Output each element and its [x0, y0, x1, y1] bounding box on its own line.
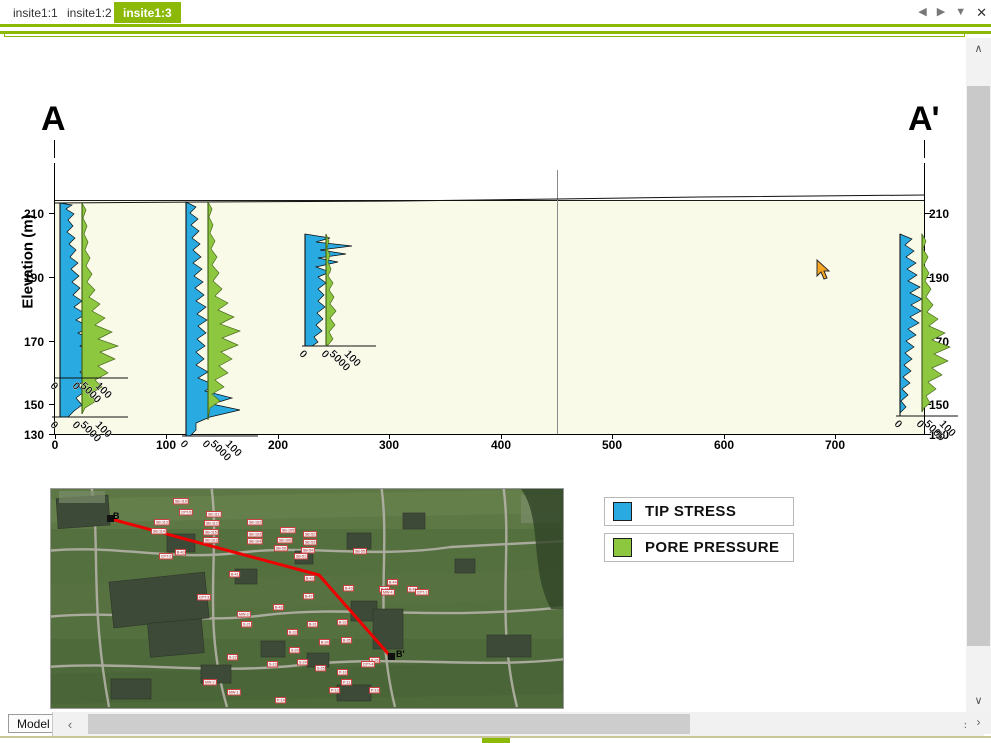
ground-line	[55, 195, 925, 203]
borehole-label[interactable]: S-25	[315, 665, 326, 671]
next-tab-icon[interactable]: ▶	[937, 7, 945, 18]
tab-label: insite1:1	[13, 6, 58, 20]
scrollbar-corner[interactable]: ›	[966, 710, 991, 734]
borehole-label[interactable]: B-48	[273, 604, 284, 610]
borehole-label[interactable]: MW-4	[381, 589, 394, 595]
horizontal-scrollbar[interactable]: ‹ ›	[52, 712, 984, 736]
sounding-3-pore-fill	[326, 234, 336, 345]
horizontal-scroll-thumb[interactable]	[88, 714, 690, 734]
borehole-label[interactable]: SB-115	[203, 529, 219, 535]
borehole-label[interactable]: B-41	[229, 571, 240, 577]
tab-controls: ◀ ▶ ▼ ✕	[918, 3, 987, 21]
borehole-label[interactable]: S-21	[241, 621, 252, 627]
chevron-down-icon[interactable]: ▼	[955, 7, 966, 18]
tab-insite1-3[interactable]: insite1:3	[114, 2, 181, 23]
tab-label: insite1:3	[123, 6, 172, 20]
scroll-left-icon[interactable]: ‹	[52, 712, 88, 736]
borehole-label[interactable]: S-20	[289, 647, 300, 653]
tab-bar: insite1:1 insite1:2 insite1:3 ◀ ▶ ▼ ✕	[0, 0, 991, 24]
borehole-label[interactable]: SB-110	[173, 498, 189, 504]
vertical-scroll-thumb[interactable]	[967, 86, 990, 646]
sounding-2-pore-fill	[208, 202, 240, 420]
sounding-traces	[0, 38, 960, 448]
sounding-2-group	[182, 202, 258, 436]
borehole-label[interactable]: SB-103	[247, 531, 263, 537]
borehole-label[interactable]: MW-3	[237, 611, 250, 617]
borehole-label[interactable]: P-13	[369, 687, 380, 693]
borehole-label[interactable]: SB-101	[203, 537, 219, 543]
borehole-label[interactable]: SB-114	[151, 528, 167, 534]
borehole-label[interactable]: B-43	[343, 585, 354, 591]
borehole-label[interactable]: CPT-1	[415, 589, 429, 595]
content-top-border	[4, 33, 965, 37]
borehole-label[interactable]: SB-54	[301, 547, 315, 553]
scroll-down-icon[interactable]: ∨	[966, 690, 991, 710]
legend-item-pore-pressure[interactable]: PORE PRESSURE	[604, 533, 794, 562]
borehole-label[interactable]: CPT-5	[179, 509, 193, 515]
borehole-label[interactable]: SB-111	[206, 511, 221, 517]
borehole-label[interactable]: SB-112	[204, 520, 220, 526]
legend-label: TIP STRESS	[645, 503, 736, 520]
footer-accent	[482, 738, 510, 743]
borehole-label[interactable]: SB-102	[247, 519, 263, 525]
borehole-label[interactable]: CPT-2	[159, 553, 173, 559]
aerial-map-inset[interactable]: B B' SB-110 SB-111 SB-112 SB-113 SB-114 …	[50, 488, 564, 709]
borehole-label[interactable]: P-12	[329, 687, 340, 693]
pore-pressure-swatch-icon	[613, 538, 632, 557]
borehole-label[interactable]: SB-105	[280, 527, 296, 533]
chart-legend: TIP STRESS PORE PRESSURE	[604, 497, 794, 569]
borehole-label[interactable]: SB-50	[274, 545, 288, 551]
prev-tab-icon[interactable]: ◀	[918, 7, 926, 18]
close-icon[interactable]: ✕	[976, 6, 987, 19]
borehole-label[interactable]: S-22	[227, 654, 238, 660]
scrollbar-separator	[52, 712, 53, 736]
borehole-label[interactable]: SB-53	[303, 539, 317, 545]
borehole-label[interactable]: B-31	[307, 621, 318, 627]
tip-stress-swatch-icon	[613, 502, 632, 521]
borehole-label[interactable]: SB-113	[154, 519, 170, 525]
borehole-label[interactable]: B-40	[175, 549, 186, 555]
legend-label: PORE PRESSURE	[645, 539, 779, 556]
legend-item-tip-stress[interactable]: TIP STRESS	[604, 497, 794, 526]
tab-label: insite1:2	[67, 6, 112, 20]
borehole-label[interactable]: SB-51	[294, 553, 308, 559]
borehole-label[interactable]: MW-1	[227, 689, 240, 695]
borehole-label[interactable]: CPT-3	[197, 594, 211, 600]
mouse-cursor	[816, 259, 832, 281]
borehole-label[interactable]: B-42	[304, 575, 315, 581]
sounding-4-tip-fill	[900, 234, 922, 416]
borehole-label[interactable]: S-24	[297, 659, 308, 665]
borehole-label[interactable]: B-47	[303, 593, 314, 599]
sounding-4-group	[896, 234, 958, 416]
borehole-label[interactable]: B-44	[387, 579, 398, 585]
borehole-label[interactable]: MW-2	[203, 679, 216, 685]
map-section-end-label: B'	[396, 649, 405, 659]
borehole-label[interactable]: P-10	[337, 669, 348, 675]
cross-section-chart: A A' Elevation (m) 130 150 170 190 210 1…	[0, 38, 960, 448]
borehole-label[interactable]: SB-104	[247, 538, 263, 544]
borehole-label[interactable]: B-35	[341, 637, 352, 643]
bottom-tab-label: Model	[17, 717, 50, 731]
borehole-label[interactable]: B-32	[337, 619, 348, 625]
vertical-scrollbar[interactable]: ∧ ∨	[966, 38, 991, 710]
borehole-label[interactable]: P-11	[341, 679, 352, 685]
drawing-canvas[interactable]: A A' Elevation (m) 130 150 170 190 210 1…	[0, 38, 960, 710]
map-section-start-label: B	[113, 511, 120, 521]
borehole-label[interactable]: P-14	[275, 697, 286, 703]
borehole-label[interactable]: B-34	[319, 639, 330, 645]
sounding-3-group	[302, 234, 376, 346]
tab-insite1-2[interactable]: insite1:2	[58, 2, 121, 23]
borehole-label[interactable]: SB-55	[353, 548, 367, 554]
borehole-label[interactable]: SB-106	[277, 537, 293, 543]
borehole-label[interactable]: B-33	[287, 629, 298, 635]
sounding-4-pore-fill	[922, 234, 950, 412]
borehole-label[interactable]: S-23	[267, 661, 278, 667]
borehole-label[interactable]: SB-52	[303, 531, 317, 537]
borehole-label[interactable]: CPT-4	[361, 661, 375, 667]
scroll-up-icon[interactable]: ∧	[966, 38, 991, 58]
